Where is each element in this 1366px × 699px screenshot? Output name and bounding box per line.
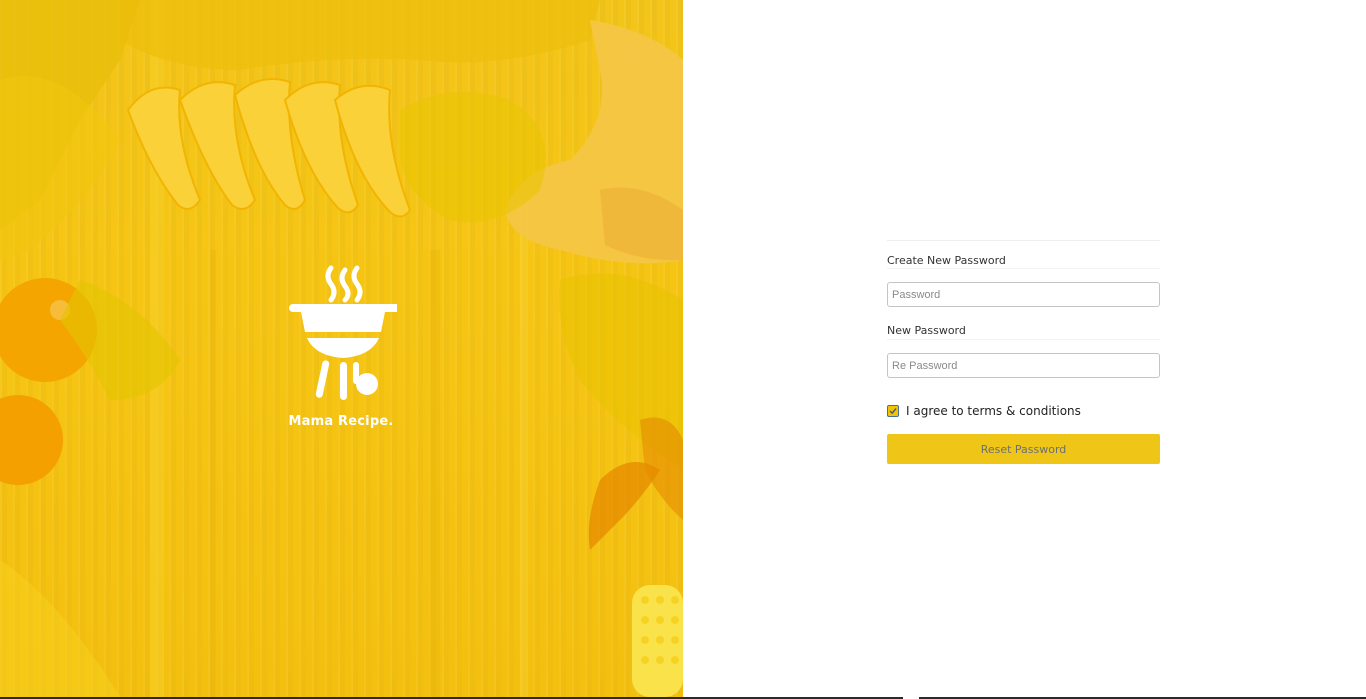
agree-checkbox[interactable] — [887, 405, 899, 417]
create-password-label: Create New Password — [887, 241, 1160, 269]
grill-icon — [289, 265, 397, 400]
password-input[interactable] — [887, 282, 1160, 307]
reset-password-button[interactable]: Reset Password — [887, 434, 1160, 464]
checkmark-icon — [889, 408, 897, 415]
reset-password-form: Create New Password New Password I agree… — [887, 240, 1160, 464]
agree-terms-label[interactable]: I agree to terms & conditions — [906, 404, 1081, 418]
brand-name: Mama Recipe. — [288, 414, 394, 429]
hero-image-panel: Mama Recipe. — [0, 0, 683, 697]
agree-terms-row: I agree to terms & conditions — [887, 402, 1160, 420]
new-password-label: New Password — [887, 317, 1160, 340]
brand-logo: Mama Recipe. — [282, 262, 400, 442]
repassword-input[interactable] — [887, 353, 1160, 378]
